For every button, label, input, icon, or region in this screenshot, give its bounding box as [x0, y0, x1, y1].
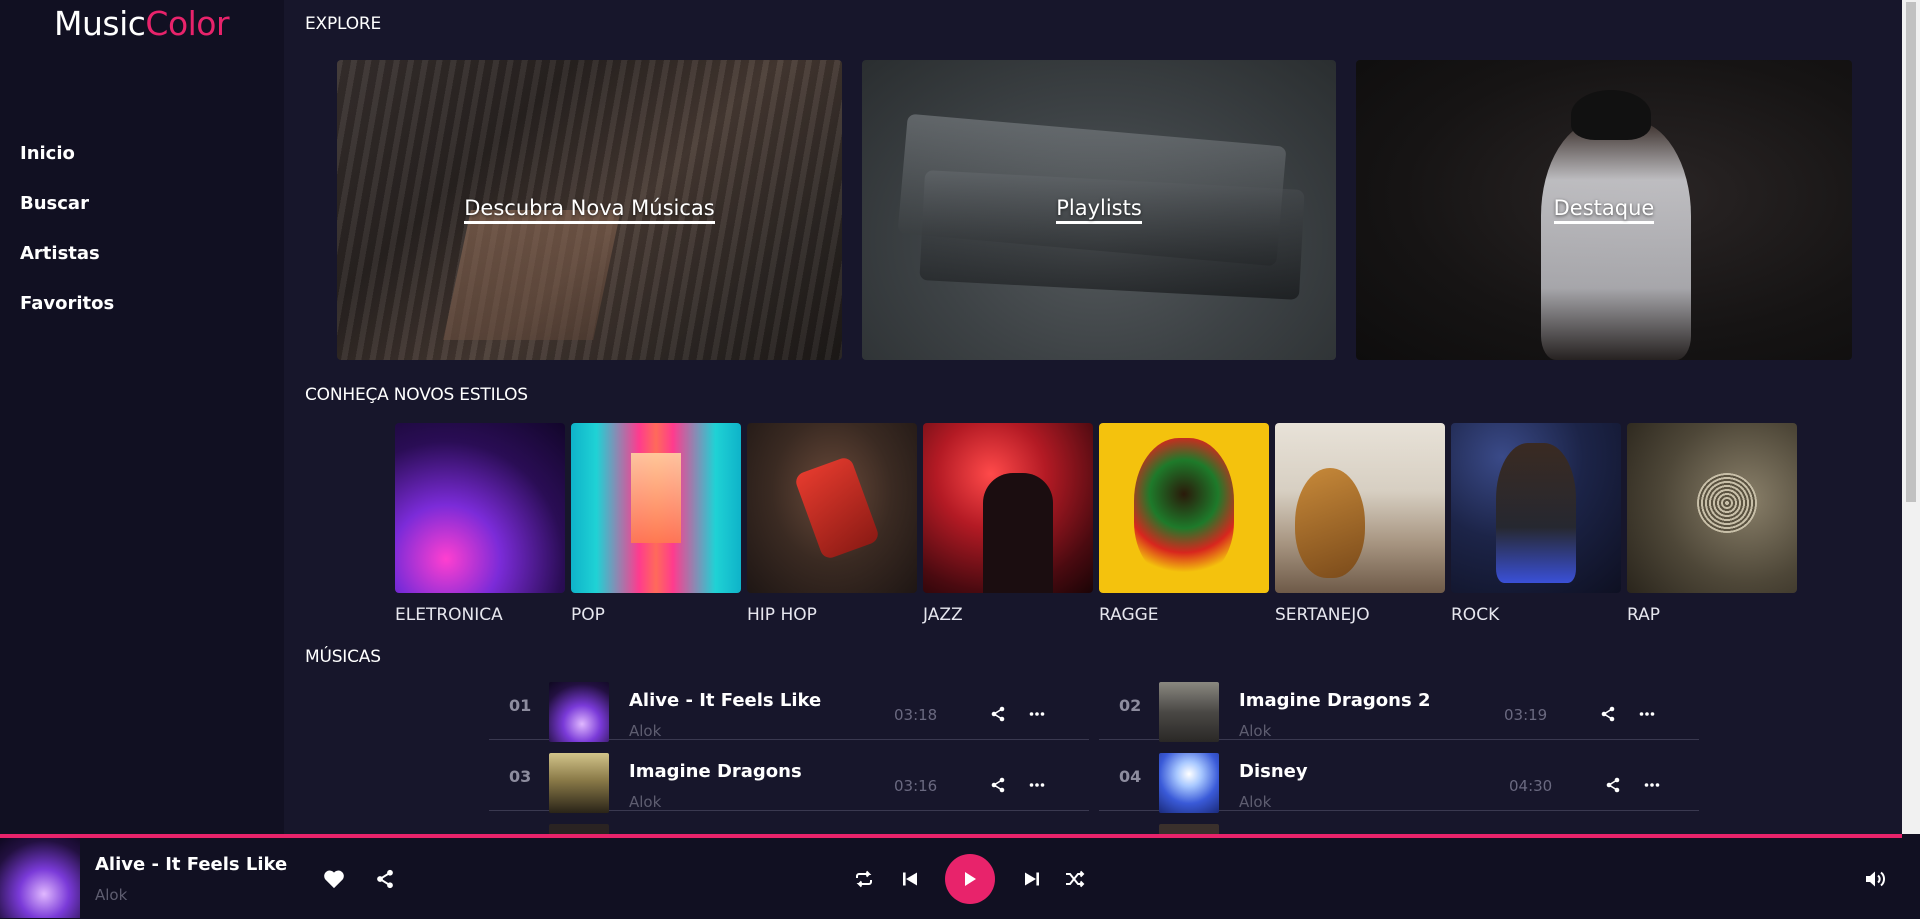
explore-card-label: Descubra Nova Músicas [464, 196, 715, 224]
track-artist: Alok [1239, 722, 1272, 740]
main-content: EXPLORE Descubra Nova Músicas Playlists … [284, 0, 1902, 838]
share-icon[interactable] [990, 706, 1008, 724]
style-image [571, 423, 741, 593]
explore-card-label: Playlists [1056, 196, 1142, 224]
share-icon[interactable] [374, 868, 396, 890]
track-number: 03 [509, 767, 532, 786]
style-label: ELETRONICA [395, 605, 503, 625]
sidebar-item-buscar[interactable]: Buscar [20, 190, 114, 240]
track-duration: 04:30 [1509, 777, 1553, 795]
style-item-rock[interactable]: ROCK [1451, 423, 1621, 627]
track-number: 02 [1119, 696, 1142, 715]
track-number: 01 [509, 696, 532, 715]
track-artist: Alok [629, 793, 662, 811]
styles-title: CONHEÇA NOVOS ESTILOS [305, 385, 528, 405]
style-label: JAZZ [923, 605, 963, 625]
sidebar-item-artistas[interactable]: Artistas [20, 240, 114, 290]
track-cover [1159, 753, 1219, 813]
more-options-icon[interactable] [1029, 706, 1047, 724]
explore-card-highlight[interactable]: Destaque [1356, 60, 1852, 360]
track-title: Imagine Dragons [629, 761, 802, 782]
style-image [1451, 423, 1621, 593]
style-item-hip-hop[interactable]: HIP HOP [747, 423, 917, 627]
style-label: RAGGE [1099, 605, 1159, 625]
track-row[interactable]: 01 Alive - It Feels Like Alok 03:18 [489, 670, 1089, 742]
style-label: HIP HOP [747, 605, 817, 625]
style-item-eletronica[interactable]: ELETRONICA [395, 423, 565, 627]
page-scrollbar[interactable] [1902, 0, 1920, 838]
explore-title: EXPLORE [305, 14, 382, 34]
track-cover [1159, 682, 1219, 742]
track-duration: 03:19 [1504, 706, 1548, 724]
track-cover [549, 753, 609, 813]
style-item-sertanejo[interactable]: SERTANEJO [1275, 423, 1445, 627]
explore-card-playlists[interactable]: Playlists [862, 60, 1336, 360]
style-item-rap[interactable]: RAP [1627, 423, 1797, 627]
share-icon[interactable] [1600, 706, 1618, 724]
player-track-title: Alive - It Feels Like [95, 854, 288, 875]
share-icon[interactable] [990, 777, 1008, 795]
style-label: SERTANEJO [1275, 605, 1370, 625]
track-duration: 03:18 [894, 706, 938, 724]
logo-text-color: Color [145, 4, 230, 43]
songs-title: MÚSICAS [305, 647, 381, 667]
scrollbar-thumb[interactable] [1906, 2, 1916, 502]
repeat-icon[interactable] [853, 869, 875, 889]
track-artist: Alok [1239, 793, 1272, 811]
player-cover [0, 838, 80, 918]
track-title: Disney [1239, 761, 1308, 782]
volume-icon[interactable] [1864, 869, 1888, 889]
previous-icon[interactable] [900, 869, 920, 889]
player-track-artist: Alok [95, 886, 128, 904]
sidebar-item-inicio[interactable]: Inicio [20, 140, 114, 190]
style-image [1099, 423, 1269, 593]
explore-card-label: Destaque [1553, 196, 1655, 224]
play-icon [965, 872, 976, 886]
heart-icon[interactable] [322, 868, 346, 890]
explore-card-discover[interactable]: Descubra Nova Músicas [337, 60, 842, 360]
style-image [923, 423, 1093, 593]
style-image [1627, 423, 1797, 593]
style-label: RAP [1627, 605, 1661, 625]
style-item-ragge[interactable]: RAGGE [1099, 423, 1269, 627]
more-options-icon[interactable] [1029, 777, 1047, 795]
track-row[interactable]: 03 Imagine Dragons Alok 03:16 [489, 741, 1089, 813]
style-image [1275, 423, 1445, 593]
style-item-pop[interactable]: POP [571, 423, 741, 627]
style-label: ROCK [1451, 605, 1500, 625]
logo-text-music: Music [54, 4, 146, 43]
progress-bar[interactable] [0, 834, 1902, 838]
track-title: Imagine Dragons 2 [1239, 690, 1431, 711]
style-image [395, 423, 565, 593]
more-options-icon[interactable] [1644, 777, 1662, 795]
sidebar-nav: Inicio Buscar Artistas Favoritos [20, 140, 114, 340]
style-image [747, 423, 917, 593]
play-button[interactable] [945, 854, 995, 904]
track-duration: 03:16 [894, 777, 938, 795]
track-cover [549, 682, 609, 742]
track-row[interactable]: 04 Disney Alok 04:30 [1099, 741, 1699, 813]
track-title: Alive - It Feels Like [629, 690, 822, 711]
next-icon[interactable] [1022, 869, 1042, 889]
shuffle-icon[interactable] [1064, 869, 1086, 889]
player-bar: Alive - It Feels Like Alok [0, 834, 1920, 919]
sidebar: MusicColor Inicio Buscar Artistas Favori… [0, 0, 284, 838]
style-item-jazz[interactable]: JAZZ [923, 423, 1093, 627]
sidebar-item-favoritos[interactable]: Favoritos [20, 290, 114, 340]
track-row[interactable]: 02 Imagine Dragons 2 Alok 03:19 [1099, 670, 1699, 742]
styles-list: ELETRONICA POP HIP HOP JAZZ RAGGE SERTAN… [395, 423, 1797, 627]
style-label: POP [571, 605, 605, 625]
track-number: 04 [1119, 767, 1142, 786]
track-artist: Alok [629, 722, 662, 740]
more-options-icon[interactable] [1639, 706, 1657, 724]
logo[interactable]: MusicColor [54, 4, 230, 43]
share-icon[interactable] [1605, 777, 1623, 795]
